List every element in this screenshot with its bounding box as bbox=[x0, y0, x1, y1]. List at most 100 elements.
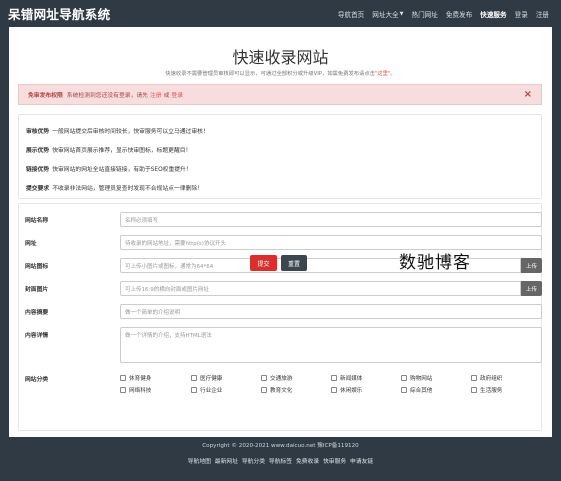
category-checkbox[interactable]: 教育文化 bbox=[261, 386, 292, 394]
subtitle-end: 。 bbox=[390, 71, 396, 77]
alert-register-link[interactable]: 注册 bbox=[150, 90, 162, 99]
category-name: 综合其他 bbox=[410, 388, 433, 394]
category-name: 生活服务 bbox=[480, 388, 503, 394]
info-line: 审核优势 一般网站提交后审核时间较长，快审服务可以立马通过审核！ bbox=[26, 126, 209, 135]
subtitle-text: 快速收录不需要管理员审核即可以显示，可通过全部积分或升级VIP，如需免费发布请点… bbox=[165, 71, 375, 77]
summary-label: 内容摘要 bbox=[25, 310, 49, 316]
footer-link-sitemap[interactable]: 导航地图 bbox=[188, 459, 211, 465]
category-name: 购物网站 bbox=[410, 376, 433, 382]
page-title: 快速收录网站 bbox=[232, 48, 329, 67]
reset-button[interactable]: 重置 bbox=[281, 255, 307, 271]
chevron-down-icon: ▼ bbox=[399, 10, 404, 17]
category-checkbox[interactable]: 政府组织 bbox=[471, 374, 502, 382]
category-checkbox[interactable]: 网络科技 bbox=[120, 386, 151, 394]
info-line: 展示优势 快审网站首页展示推荐，显示快审图标，标题更醒目！ bbox=[26, 145, 191, 154]
checkbox-icon bbox=[191, 375, 197, 381]
info-line: 提交要求 不收录非法网站，管理员复查时发现不合规站点一律删除！ bbox=[26, 183, 203, 192]
category-name: 休闲娱乐 bbox=[340, 388, 363, 394]
footer-link-latest[interactable]: 最新网址 bbox=[215, 459, 238, 465]
nav-directory[interactable]: 网址大全 ▼ bbox=[368, 9, 407, 19]
site-name-label: 网站名称 bbox=[25, 218, 49, 224]
info-text: 一般网站提交后审核时间较长，快审服务可以立马通过审核！ bbox=[52, 129, 209, 135]
watermark: 数驰博客 bbox=[399, 253, 471, 273]
checkbox-icon bbox=[120, 375, 126, 381]
site-logo[interactable]: 呆错网址导航系统 bbox=[8, 4, 110, 23]
category-name: 网络科技 bbox=[129, 388, 152, 394]
category-label: 网站分类 bbox=[25, 377, 49, 383]
footer-links: 导航地图 最新网址 导航分类 导航标签 免费收录 快审服务 申请友链 bbox=[0, 456, 561, 465]
checkbox-icon bbox=[401, 375, 407, 381]
checkbox-icon bbox=[471, 387, 477, 393]
alert-strong: 免审发布权限 bbox=[28, 93, 63, 99]
nav-login[interactable]: 登录 bbox=[511, 9, 532, 19]
alert-or: 或 bbox=[163, 93, 170, 99]
checkbox-icon bbox=[261, 375, 267, 381]
top-navbar: 呆错网址导航系统 导航首页 网址大全 ▼ 热门网址 免费发布 快速服务 登录 注册 bbox=[0, 0, 561, 27]
main-nav: 导航首页 网址大全 ▼ 热门网址 免费发布 快速服务 登录 注册 bbox=[334, 9, 553, 19]
url-input[interactable]: 待收录的网站地址，需要http(s)协议开头 bbox=[120, 235, 542, 250]
icon-label: 网站图标 bbox=[25, 264, 49, 270]
page-subtitle: 快速收录不需要管理员审核即可以显示，可通过全部积分或升级VIP，如需免费发布请点… bbox=[9, 69, 552, 77]
category-checkbox[interactable]: 新闻媒体 bbox=[331, 374, 362, 382]
detail-label: 内容详情 bbox=[25, 333, 49, 339]
category-name: 教育文化 bbox=[270, 388, 293, 394]
category-name: 医疗健康 bbox=[200, 376, 223, 382]
login-alert: 免审发布权限 系统检测到您还没有登录，请先 注册 或 登录 × bbox=[18, 84, 542, 105]
summary-input[interactable]: 做一个简单的介绍说明 bbox=[120, 304, 542, 319]
checkbox-icon bbox=[331, 387, 337, 393]
footer-link-categories[interactable]: 导航分类 bbox=[242, 459, 265, 465]
cover-input[interactable]: 可上传16:9的横向封面或图片网址 bbox=[120, 281, 521, 296]
info-text: 不收录非法网站，管理员复查时发现不合规站点一律删除！ bbox=[52, 186, 203, 192]
nav-directory-label: 网址大全 bbox=[372, 10, 399, 19]
footer-link-free-submit[interactable]: 免费收录 bbox=[296, 459, 319, 465]
submit-button[interactable]: 提交 bbox=[250, 255, 277, 271]
category-checkbox[interactable]: 交通旅游 bbox=[261, 374, 292, 382]
footer-link-friend-links[interactable]: 申请友链 bbox=[350, 459, 373, 465]
nav-free-publish[interactable]: 免费发布 bbox=[442, 9, 476, 19]
nav-home[interactable]: 导航首页 bbox=[334, 9, 368, 19]
category-name: 休育健身 bbox=[129, 376, 152, 382]
checkbox-icon bbox=[120, 387, 126, 393]
category-checkbox[interactable]: 购物网站 bbox=[401, 374, 432, 382]
site-name-input[interactable]: 名称必须填写 bbox=[120, 212, 542, 227]
checkbox-icon bbox=[471, 375, 477, 381]
category-checkbox[interactable]: 行业企业 bbox=[191, 386, 222, 394]
nav-popular[interactable]: 热门网址 bbox=[408, 9, 442, 19]
info-line: 链接优势 快审网站的网址全站直接链接，有助于SEO权重提升！ bbox=[26, 164, 192, 173]
cover-label: 封面图片 bbox=[25, 287, 49, 293]
footer-link-tags[interactable]: 导航标签 bbox=[269, 459, 292, 465]
submit-form: 网站名称 名称必须填写 网址 待收录的网站地址，需要http(s)协议开头 网站… bbox=[18, 203, 542, 431]
category-checkbox[interactable]: 休育健身 bbox=[120, 374, 151, 382]
cover-upload-button[interactable]: 上传 bbox=[521, 281, 542, 296]
category-name: 政府组织 bbox=[480, 376, 503, 382]
nav-fast-service[interactable]: 快速服务 bbox=[476, 9, 510, 19]
detail-textarea[interactable]: 做一个详情的介绍，支持HTML语法 bbox=[120, 327, 542, 363]
info-title: 展示优势 bbox=[26, 148, 50, 154]
category-name: 新闻媒体 bbox=[340, 376, 363, 382]
info-title: 提交要求 bbox=[26, 186, 50, 192]
footer-copyright: Copyright © 2020-2021 www.daicuo.net 豫IC… bbox=[202, 443, 359, 449]
subtitle-link[interactable]: "这里" bbox=[375, 71, 390, 77]
category-checkbox[interactable]: 休闲娱乐 bbox=[331, 386, 362, 394]
info-text: 快审网站的网址全站直接链接，有助于SEO权重提升！ bbox=[52, 167, 192, 173]
checkbox-icon bbox=[401, 387, 407, 393]
alert-login-link[interactable]: 登录 bbox=[171, 90, 183, 99]
checkbox-icon bbox=[331, 375, 337, 381]
main-panel: 快速收录网站 快速收录不需要管理员审核即可以显示，可通过全部积分或升级VIP，如… bbox=[9, 27, 552, 437]
category-name: 行业企业 bbox=[200, 388, 223, 394]
nav-register[interactable]: 注册 bbox=[532, 9, 553, 19]
benefits-box: 审核优势 一般网站提交后审核时间较长，快审服务可以立马通过审核！ 展示优势 快审网站… bbox=[18, 114, 542, 199]
info-title: 审核优势 bbox=[26, 129, 50, 135]
checkbox-icon bbox=[191, 387, 197, 393]
category-name: 交通旅游 bbox=[270, 376, 293, 382]
close-icon[interactable]: × bbox=[524, 89, 532, 100]
category-checkbox[interactable]: 医疗健康 bbox=[191, 374, 222, 382]
alert-text: 系统检测到您还没有登录，请先 bbox=[66, 93, 148, 99]
category-checkbox[interactable]: 生活服务 bbox=[471, 386, 502, 394]
url-label: 网址 bbox=[25, 241, 37, 247]
info-title: 链接优势 bbox=[26, 167, 50, 173]
category-checkbox[interactable]: 综合其他 bbox=[401, 386, 432, 394]
footer-link-fast-service[interactable]: 快审服务 bbox=[323, 459, 346, 465]
icon-upload-button[interactable]: 上传 bbox=[521, 258, 542, 273]
checkbox-icon bbox=[261, 387, 267, 393]
